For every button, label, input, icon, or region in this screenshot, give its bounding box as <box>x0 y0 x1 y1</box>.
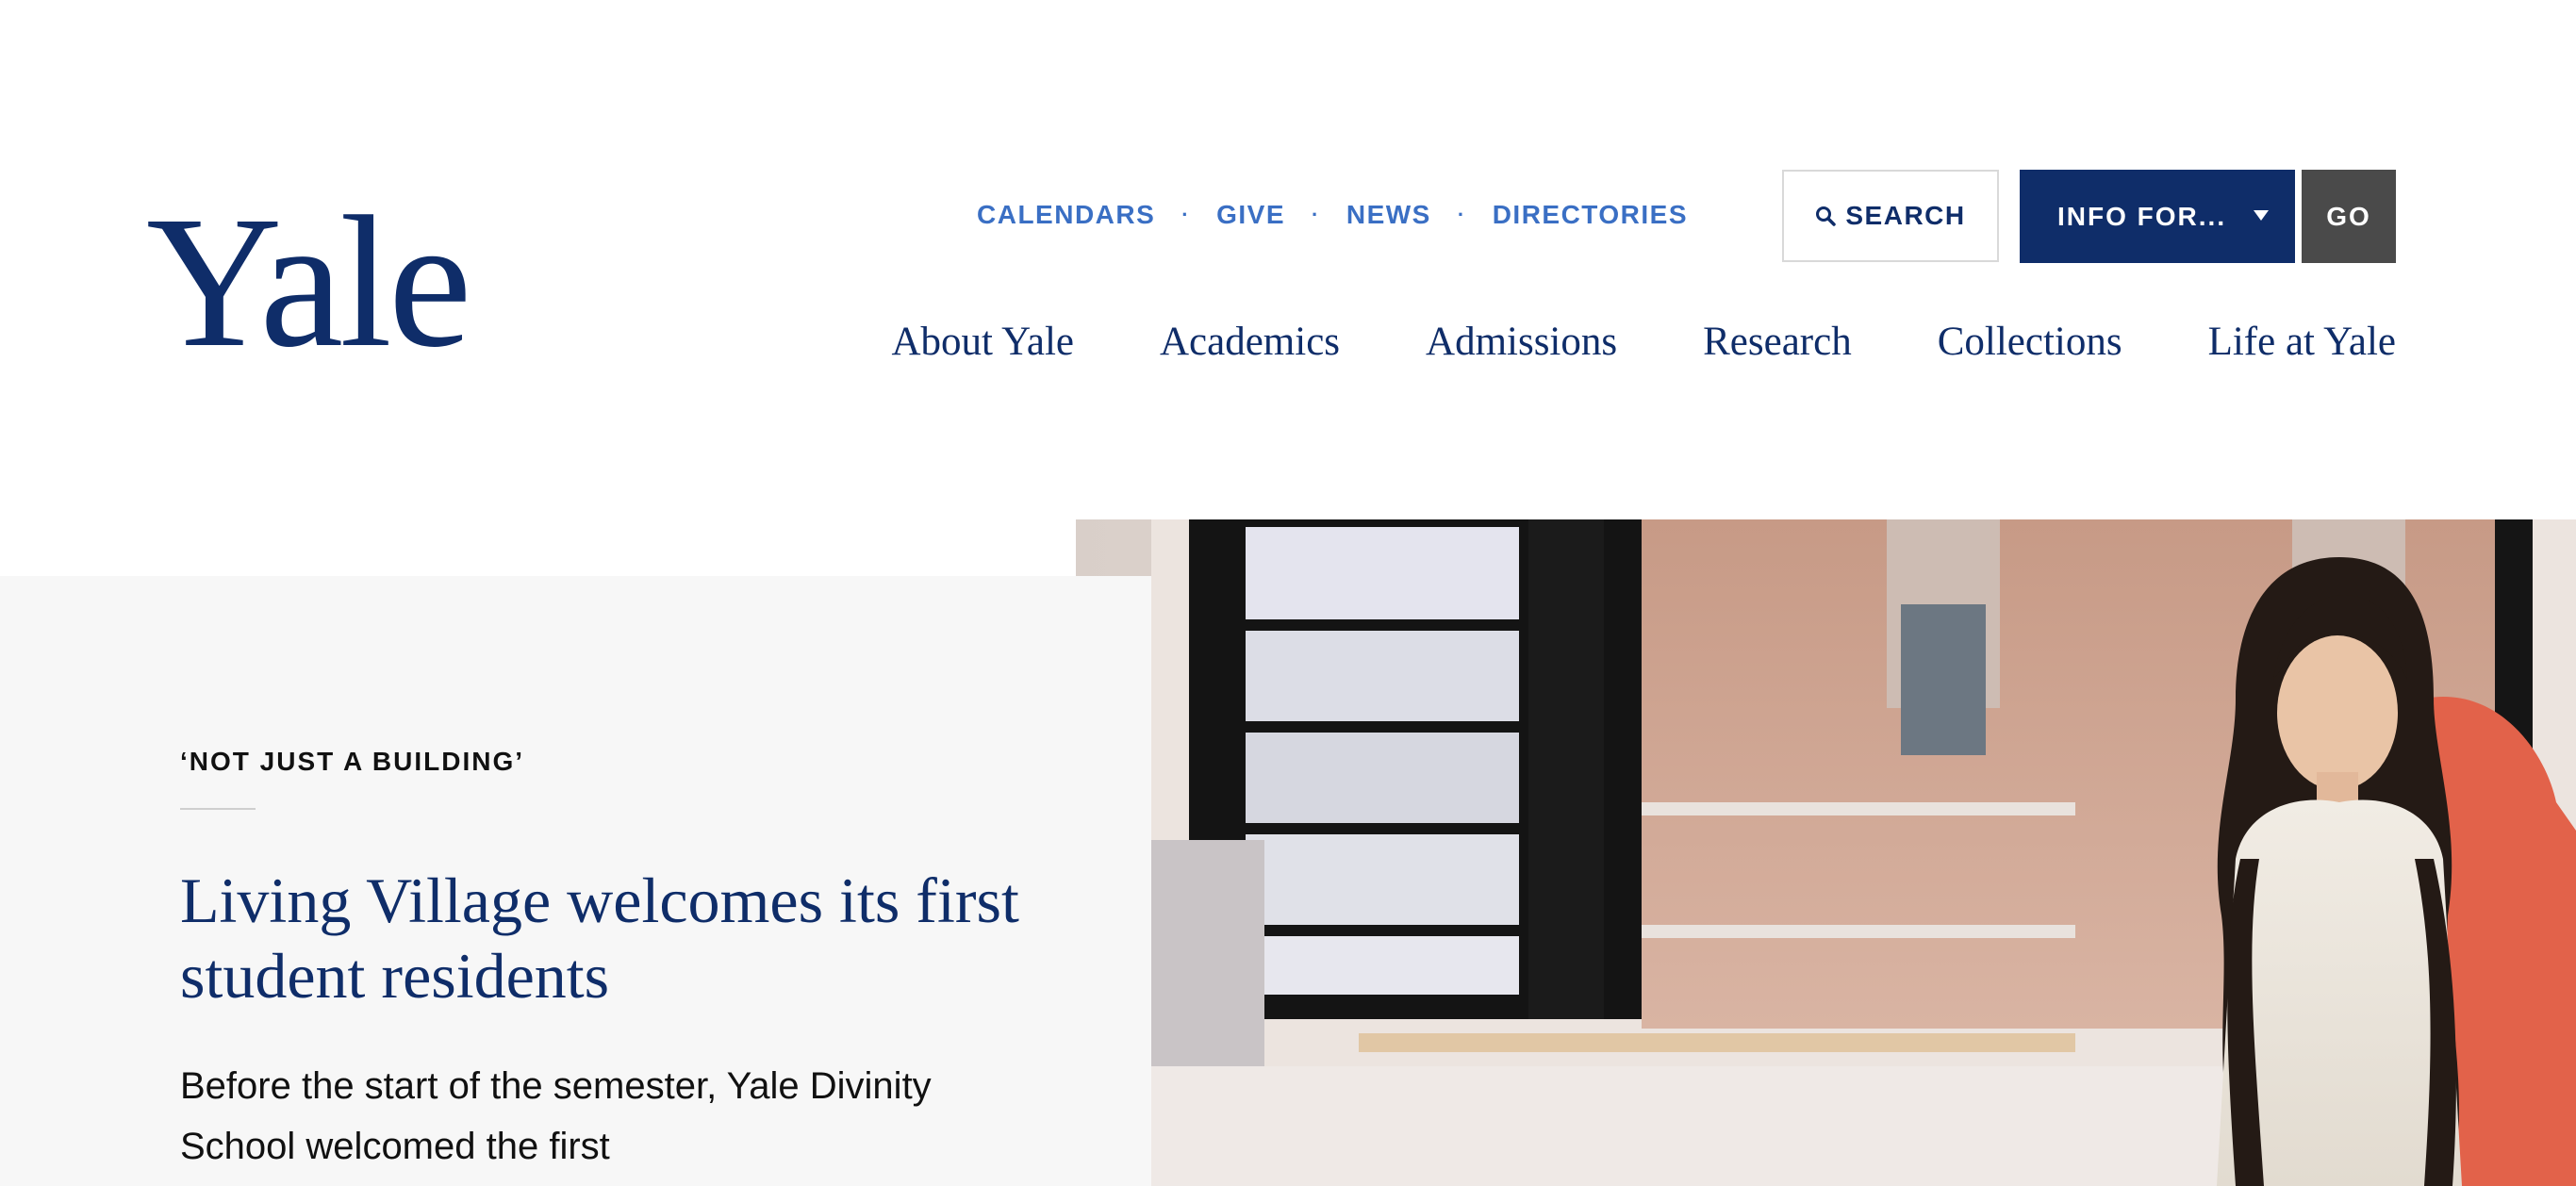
hero-description: Before the start of the semester, Yale D… <box>180 1065 932 1167</box>
utility-separator: · <box>1457 203 1466 226</box>
utility-link-give[interactable]: GIVE <box>1216 200 1285 230</box>
main-nav: About Yale Academics Admissions Research… <box>891 319 2396 365</box>
utility-link-directories[interactable]: DIRECTORIES <box>1493 200 1688 230</box>
nav-item-research[interactable]: Research <box>1703 319 1852 365</box>
utility-link-news[interactable]: NEWS <box>1346 200 1431 230</box>
go-button[interactable]: GO <box>2302 170 2396 263</box>
utility-nav: CALENDARS · GIVE · NEWS · DIRECTORIES <box>977 200 1688 230</box>
utility-separator: · <box>1181 203 1191 226</box>
hero-kicker: ‘NOT JUST A BUILDING’ <box>180 747 525 776</box>
go-button-label: GO <box>2326 201 2371 231</box>
nav-item-admissions[interactable]: Admissions <box>1426 319 1617 365</box>
info-for-dropdown[interactable]: INFO FOR... <box>2020 170 2295 263</box>
nav-item-academics[interactable]: Academics <box>1160 319 1340 365</box>
hero-photo <box>1076 519 2576 1186</box>
caret-down-icon <box>2254 210 2269 221</box>
nav-item-life-at-yale[interactable]: Life at Yale <box>2208 319 2396 365</box>
yale-logo[interactable]: Yale <box>146 189 472 377</box>
kicker-divider <box>180 808 256 810</box>
hero-image <box>1076 519 2576 1186</box>
search-button[interactable]: SEARCH <box>1782 170 1999 262</box>
utility-link-calendars[interactable]: CALENDARS <box>977 200 1155 230</box>
utility-separator: · <box>1312 203 1320 226</box>
search-icon <box>1816 206 1837 226</box>
info-for-label: INFO FOR... <box>2057 201 2227 231</box>
nav-item-about-yale[interactable]: About Yale <box>891 319 1074 365</box>
search-button-label: SEARCH <box>1845 201 1966 230</box>
nav-item-collections[interactable]: Collections <box>1938 319 2122 365</box>
hero-headline[interactable]: Living Village welcomes its first studen… <box>180 863 1029 1013</box>
